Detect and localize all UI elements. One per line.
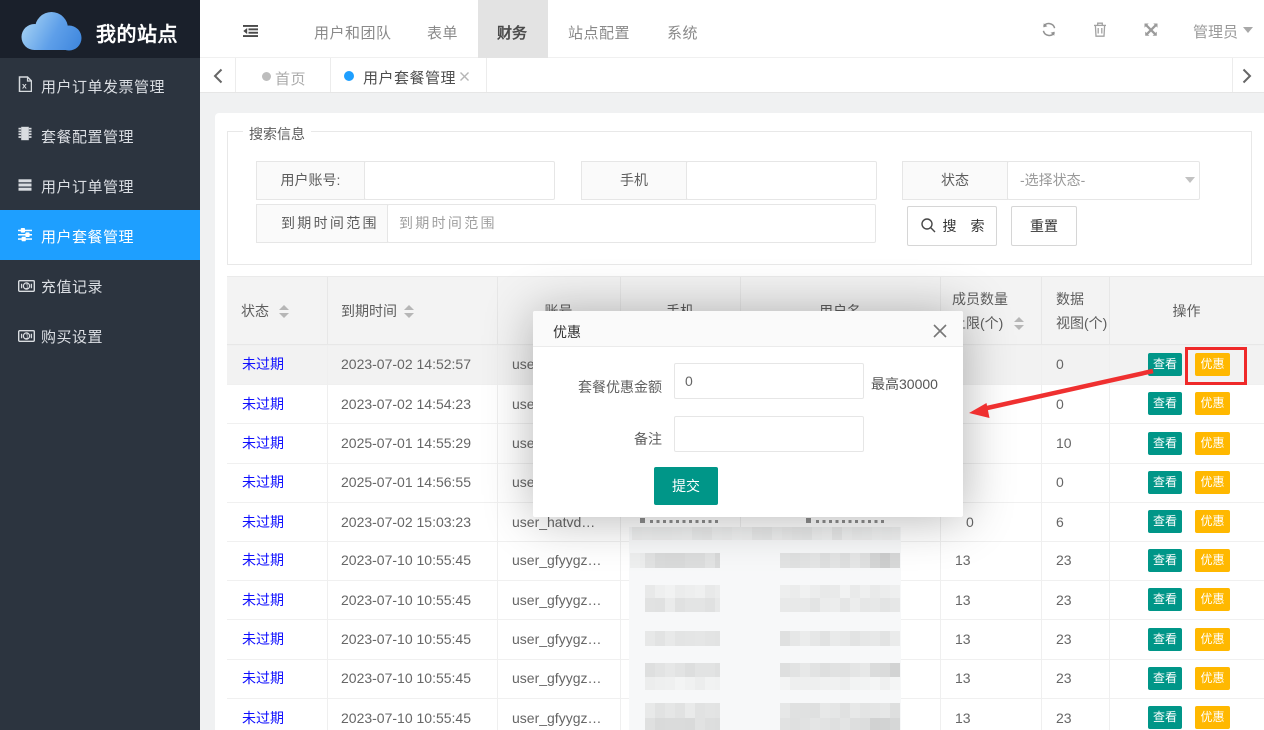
svg-text:1: 1 bbox=[25, 334, 29, 341]
svg-text:1: 1 bbox=[25, 284, 29, 291]
svg-text:x: x bbox=[22, 81, 27, 91]
